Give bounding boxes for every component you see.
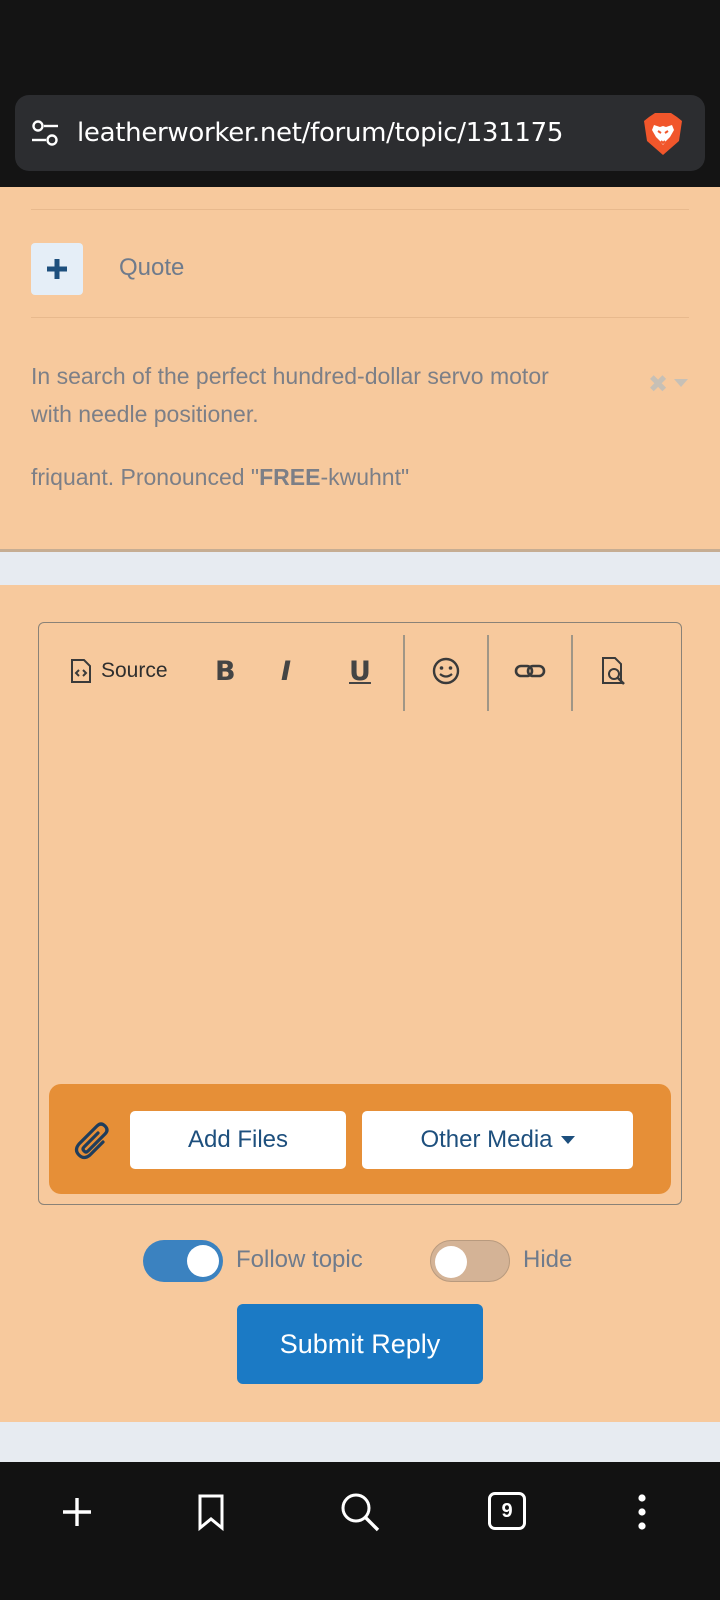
- toolbar-divider: [571, 635, 573, 711]
- search-icon[interactable]: [338, 1490, 382, 1534]
- signature-text: -kwuhnt": [320, 464, 410, 490]
- underline-button[interactable]: U: [349, 653, 371, 689]
- preview-icon: [602, 657, 625, 685]
- source-code-icon: [71, 659, 91, 683]
- editor-toolbar: Source B I U: [39, 623, 681, 713]
- source-label: Source: [101, 659, 168, 682]
- caret-down-icon: [560, 1136, 575, 1144]
- tune-icon[interactable]: [31, 119, 59, 147]
- multiquote-plus-button[interactable]: [31, 243, 83, 295]
- tab-count: 9: [501, 1499, 513, 1522]
- toggle-knob: [435, 1246, 467, 1278]
- toolbar-divider: [403, 635, 405, 711]
- signature-bold-text: FREE: [259, 464, 321, 490]
- browser-bottom-bar: 9: [0, 1462, 720, 1600]
- brave-lion-icon[interactable]: [641, 111, 685, 157]
- other-media-button[interactable]: Other Media: [362, 1111, 633, 1169]
- source-button[interactable]: Source: [69, 653, 168, 689]
- divider: [31, 317, 689, 318]
- address-bar[interactable]: leatherworker.net/forum/topic/131175: [15, 95, 705, 171]
- plus-icon[interactable]: [55, 1490, 99, 1534]
- emoji-button[interactable]: [431, 653, 461, 689]
- url-text[interactable]: leatherworker.net/forum/topic/131175: [77, 115, 563, 151]
- close-signature-icon[interactable]: ✖: [648, 370, 668, 399]
- follow-topic-label: Follow topic: [236, 1246, 363, 1273]
- add-files-label: Add Files: [187, 1126, 289, 1153]
- chevron-down-icon[interactable]: [674, 379, 688, 387]
- other-media-label: Other Media: [420, 1126, 553, 1153]
- plus-icon: [47, 259, 67, 279]
- submit-label: Submit Reply: [279, 1328, 441, 1359]
- forum-page: Quote In search of the perfect hundred-d…: [0, 187, 720, 1462]
- reply-editor[interactable]: Source B I U Add Files Other Media: [38, 622, 682, 1205]
- bookmark-icon[interactable]: [189, 1490, 233, 1534]
- signature-text: friquant. Pronounced ": [31, 464, 260, 490]
- footer-separator: [0, 1422, 720, 1462]
- link-icon: [514, 664, 546, 678]
- hide-label: Hide: [523, 1246, 573, 1273]
- preview-button[interactable]: [600, 653, 628, 689]
- underline-icon: U: [349, 655, 371, 687]
- toggle-knob: [187, 1245, 219, 1277]
- signature-line: friquant. Pronounced "FREE-kwuhnt": [31, 458, 409, 496]
- section-separator: [0, 549, 720, 585]
- more-vert-icon[interactable]: [620, 1490, 664, 1534]
- divider: [31, 209, 689, 210]
- toolbar-divider: [487, 635, 489, 711]
- bold-icon: B: [215, 655, 236, 687]
- link-button[interactable]: [514, 653, 546, 689]
- bold-button[interactable]: B: [215, 653, 236, 689]
- signature-line: with needle positioner.: [31, 401, 259, 427]
- smiley-icon: [432, 657, 460, 685]
- italic-icon: I: [281, 655, 292, 687]
- reply-form: Source B I U Add Files Other Media Follo…: [0, 585, 720, 1422]
- browser-top-bar: leatherworker.net/forum/topic/131175: [0, 0, 720, 187]
- italic-button[interactable]: I: [281, 653, 291, 689]
- tabs-icon[interactable]: 9: [488, 1492, 526, 1530]
- add-files-button[interactable]: Add Files: [130, 1111, 346, 1169]
- hide-toggle[interactable]: [430, 1240, 510, 1282]
- submit-reply-button[interactable]: Submit Reply: [237, 1304, 483, 1384]
- paperclip-icon: [74, 1122, 109, 1160]
- quote-link[interactable]: Quote: [119, 254, 184, 282]
- attachment-bar: Add Files Other Media: [49, 1084, 671, 1194]
- signature-line: In search of the perfect hundred-dollar …: [31, 363, 549, 389]
- follow-topic-toggle[interactable]: [143, 1240, 223, 1282]
